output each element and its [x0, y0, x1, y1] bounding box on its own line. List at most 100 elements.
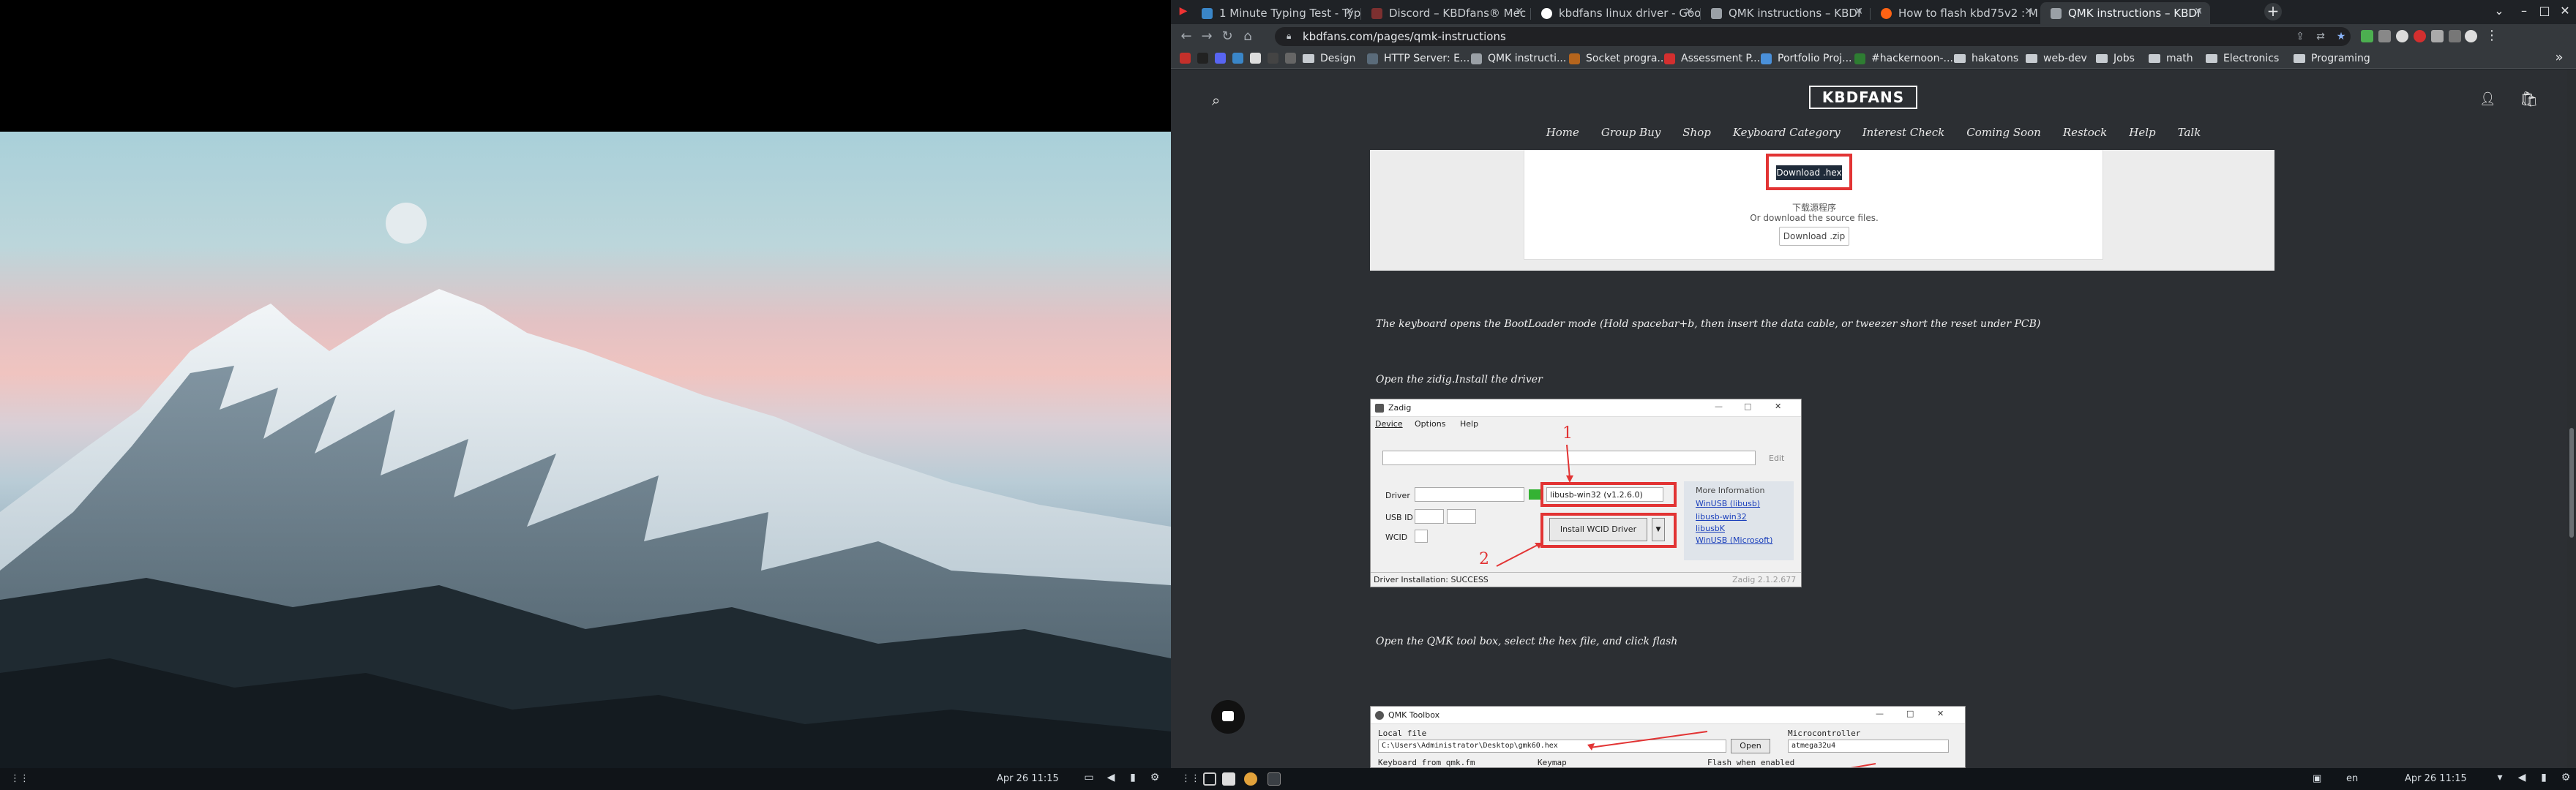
bookmark-youtube-icon[interactable] [1180, 53, 1191, 64]
keyboard-language-indicator[interactable]: en [2346, 773, 2358, 784]
kbdfans-logo[interactable]: KBDFANS [1809, 86, 1917, 109]
folder-icon [2026, 54, 2037, 63]
bookmark-star-icon[interactable]: ★ [2333, 29, 2349, 45]
extension-puzzle-icon[interactable] [2431, 30, 2444, 42]
lock-icon[interactable]: 🔒︎ [1287, 31, 1295, 41]
bookmark-gray-icon[interactable] [1285, 53, 1296, 64]
taskbar-files-icon[interactable] [1203, 772, 1216, 786]
volume-icon[interactable]: ◀ [1105, 772, 1117, 783]
zadig-driver-label: Driver [1385, 491, 1410, 500]
close-window-icon[interactable]: ✕ [2557, 4, 2573, 18]
nav-home[interactable]: Home [1535, 126, 1590, 139]
bookmark-github-icon[interactable] [1197, 53, 1208, 64]
taskbar-clock-left[interactable]: Apr 26 11:15 [997, 773, 1059, 784]
bookmark-dark-icon[interactable] [1268, 53, 1278, 64]
translate-icon[interactable]: ⇄ [2313, 29, 2329, 45]
close-tab-icon[interactable]: ✕ [1854, 6, 1863, 18]
tab-reddit-flash[interactable]: How to flash kbd75v2 : M ✕ [1871, 2, 2040, 24]
minimize-icon[interactable]: – [2516, 4, 2532, 18]
bookmark-socket[interactable]: Socket progra... [1569, 51, 1667, 66]
taskbar-window-icon[interactable] [1222, 772, 1235, 786]
bookmarks-overflow-icon[interactable]: » [2551, 50, 2567, 66]
new-tab-button[interactable]: + [2264, 3, 2282, 20]
extension-sheets-icon[interactable] [2361, 30, 2373, 42]
close-tab-icon[interactable]: ✕ [1685, 6, 1693, 18]
account-icon[interactable]: 👤︎ [2479, 91, 2496, 107]
system-tray-right: ▾ ◀ ▮ ⚙ [2494, 772, 2572, 783]
youtube-pinned-icon[interactable]: ▶ [1175, 3, 1191, 19]
bookmark-label: #hackernoon-... [1871, 53, 1953, 64]
bookmark-qmk[interactable]: QMK instructi... [1471, 51, 1566, 66]
home-icon[interactable]: ⌂ [1240, 29, 1256, 45]
taskbar-chrome-icon[interactable] [1244, 772, 1257, 786]
page-scrollbar[interactable] [2567, 69, 2576, 768]
bookmark-white-icon[interactable] [1250, 53, 1261, 64]
nav-shop[interactable]: Shop [1671, 126, 1722, 139]
profile-avatar-icon[interactable] [2465, 30, 2477, 42]
scrollbar-thumb[interactable] [2569, 428, 2574, 538]
taskbar-clock-right[interactable]: Apr 26 11:15 [2405, 773, 2467, 784]
bookmark-folder-web-dev[interactable]: web-dev [2026, 51, 2087, 66]
extension-red-icon[interactable] [2414, 30, 2426, 42]
nav-restock[interactable]: Restock [2052, 126, 2118, 139]
monitor-icon[interactable]: ▭ [1083, 772, 1095, 783]
volume-icon[interactable]: ◀ [2516, 772, 2528, 783]
menu-kebab-icon[interactable]: ⋮ [2484, 28, 2500, 44]
close-tab-icon[interactable]: ✕ [1345, 6, 1354, 18]
tab-discord[interactable]: Discord – KBDfans® Mec ✕ [1361, 2, 1531, 24]
folder-icon [2096, 54, 2108, 63]
tab-google-search[interactable]: kbdfans linux driver - Goo ✕ [1531, 2, 1701, 24]
maximize-icon[interactable]: □ [2536, 4, 2553, 18]
extension-gray-icon[interactable] [2378, 30, 2391, 42]
bookmark-http-server[interactable]: HTTP Server: E... [1367, 51, 1469, 66]
bookmark-folder-design[interactable]: Design [1303, 51, 1355, 66]
apps-grid-icon[interactable]: ⋮⋮ [10, 773, 29, 785]
chat-button[interactable] [1211, 700, 1245, 734]
nav-group-buy[interactable]: Group Buy [1590, 126, 1671, 139]
nav-keyboard-category[interactable]: Keyboard Category [1722, 126, 1852, 139]
bookmark-portfolio[interactable]: Portfolio Proj... [1761, 51, 1852, 66]
qmk-keyboard-label: Keyboard from qmk.fm [1378, 758, 1475, 767]
reload-icon[interactable]: ↻ [1219, 29, 1235, 45]
close-tab-icon[interactable]: ✕ [2194, 6, 2203, 18]
nav-talk[interactable]: Talk [2167, 126, 2212, 139]
tab-qmk-instructions-1[interactable]: QMK instructions – KBDf ✕ [1701, 2, 1871, 24]
wifi-icon[interactable]: ▾ [2494, 772, 2506, 783]
bookmark-assessment[interactable]: Assessment P... [1664, 51, 1760, 66]
bookmark-blue-icon[interactable] [1232, 53, 1243, 64]
bookmark-folder-hakatons[interactable]: hakatons [1954, 51, 2018, 66]
bookmark-discord-icon[interactable] [1215, 53, 1226, 64]
apps-grid-icon[interactable]: ⋮⋮ [1181, 773, 1200, 784]
bookmark-folder-electronics[interactable]: Electronics [2206, 51, 2279, 66]
close-tab-icon[interactable]: ✕ [1515, 6, 1524, 18]
forward-icon[interactable]: → [1199, 29, 1215, 45]
download-hex-button[interactable]: Download .hex [1776, 165, 1842, 180]
tab-search-icon[interactable]: ⌄ [2491, 4, 2507, 18]
screenshot-tray-icon[interactable]: ▣ [2313, 773, 2321, 784]
taskbar-terminal-icon[interactable] [1268, 772, 1281, 786]
back-icon[interactable]: ← [1178, 29, 1194, 45]
nav-help[interactable]: Help [2118, 126, 2166, 139]
address-bar[interactable]: 🔒︎ kbdfans.com/pages/qmk-instructions ⇪ … [1275, 27, 2351, 46]
settings-icon[interactable]: ⚙ [2560, 772, 2572, 783]
bookmark-folder-math[interactable]: math [2149, 51, 2193, 66]
extension-more-icon[interactable] [2449, 30, 2461, 42]
tab-qmk-instructions-active[interactable]: QMK instructions – KBDf ✕ [2040, 2, 2210, 24]
bookmark-folder-programing[interactable]: Programing [2294, 51, 2370, 66]
close-tab-icon[interactable]: ✕ [2024, 6, 2033, 18]
battery-icon[interactable]: ▮ [1127, 772, 1139, 783]
settings-icon[interactable]: ⚙ [1149, 772, 1161, 783]
chat-bubble-icon [1222, 711, 1234, 721]
tab-typing-test[interactable]: 1 Minute Typing Test - Typ ✕ [1191, 2, 1361, 24]
bookmark-folder-jobs[interactable]: Jobs [2096, 51, 2135, 66]
battery-icon[interactable]: ▮ [2538, 772, 2550, 783]
search-icon[interactable]: ⌕ [1212, 91, 1227, 109]
download-zip-button[interactable]: Download .zip [1779, 227, 1849, 246]
cart-icon[interactable]: 🛍︎ [2520, 90, 2538, 108]
left-desktop: ⋮⋮ Apr 26 11:15 ▭ ◀ ▮ ⚙ ⏻ [0, 0, 1181, 790]
share-icon[interactable]: ⇪ [2292, 29, 2308, 45]
nav-coming-soon[interactable]: Coming Soon [1955, 126, 2052, 139]
nav-interest-check[interactable]: Interest Check [1852, 126, 1956, 139]
extension-white-icon[interactable] [2396, 30, 2408, 42]
bookmark-hackernoon[interactable]: #hackernoon-... [1854, 51, 1953, 66]
